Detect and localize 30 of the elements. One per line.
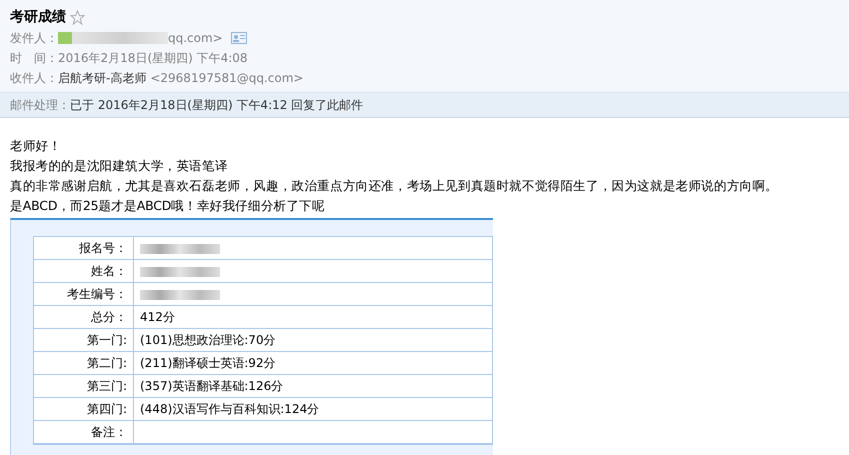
message-line: 真的非常感谢启航，尤其是喜欢石磊老师，风趣，政治重点方向还准，考场上见到真题时就不觉得陌生了，因为这就是老师说的方向啊。	[10, 177, 780, 195]
field-label: 第一门:	[34, 329, 134, 352]
recipient-label: 收件人：	[10, 70, 58, 86]
time-label: 时 间：	[10, 50, 58, 66]
message-line: 老师好！	[10, 137, 62, 155]
field-value: (211)翻译硕士英语:92分	[134, 352, 492, 375]
message-line: 我报考的的是沈阳建筑大学，英语笔译	[10, 157, 229, 175]
field-label: 姓名：	[34, 260, 134, 283]
field-value: 412分	[134, 306, 492, 329]
star-icon[interactable]	[70, 10, 85, 24]
field-label: 第四门:	[34, 398, 134, 421]
field-label: 第二门:	[34, 352, 134, 375]
field-value: (357)英语翻译基础:126分	[134, 375, 492, 398]
field-label: 报名号：	[34, 237, 134, 260]
message-line: 是ABCD，而25题才是ABCD哦！幸好我仔细分析了下呢	[10, 197, 326, 215]
handling-label: 邮件处理：	[10, 96, 70, 114]
sender-address: qq.com>	[168, 31, 223, 45]
handling-status: 已于 2016年2月18日(星期四) 下午4:12 回复了此邮件	[70, 96, 364, 114]
time-value: 2016年2月18日(星期四) 下午4:08	[58, 50, 248, 66]
field-label: 备注：	[34, 421, 134, 444]
recipient-name: 启航考研-高老师	[58, 70, 146, 86]
field-label: 第三门:	[34, 375, 134, 398]
contact-card-icon[interactable]	[230, 32, 247, 44]
field-value: (448)汉语写作与百科知识:124分	[134, 398, 492, 421]
sender-label: 发件人：	[10, 30, 58, 46]
field-label: 总分：	[34, 306, 134, 329]
recipient-address: <2968197581@qq.com>	[150, 71, 304, 85]
field-label: 考生编号：	[34, 283, 134, 306]
email-subject: 考研成绩	[10, 8, 66, 26]
field-value: (101)思想政治理论:70分	[134, 329, 492, 352]
